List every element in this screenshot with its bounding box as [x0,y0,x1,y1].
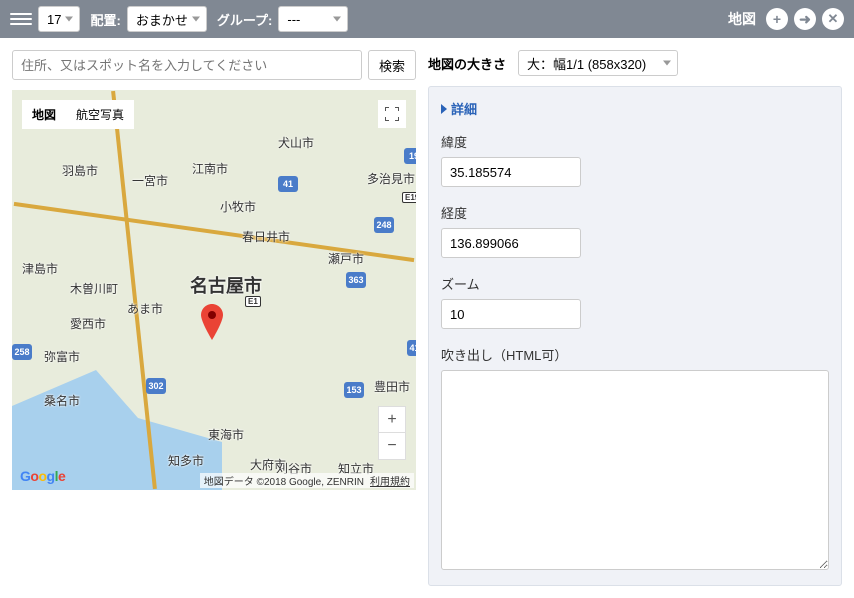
map-attribution: 地図データ ©2018 Google, ZENRIN 利用規約 [200,473,414,488]
latitude-label: 緯度 [441,132,829,151]
detail-toggle[interactable]: 詳細 [441,99,829,118]
expwy-badge: E1 [245,296,261,307]
route-shield: 363 [346,272,366,288]
zoom-input[interactable] [441,299,581,329]
route-shield: 19 [404,148,416,164]
balloon-textarea[interactable] [441,370,829,570]
placement-select[interactable]: おまかせ [127,6,207,32]
route-shield: 41 [278,176,298,192]
menu-icon[interactable] [10,8,32,30]
map-type-toggle: 地図 航空写真 [22,100,134,129]
route-shield: 302 [146,378,166,394]
size-label: 地図の大きさ [428,54,506,73]
zoom-controls: + − [378,406,406,460]
route-shield: 248 [374,217,394,233]
zoom-out-button[interactable]: − [379,433,405,459]
longitude-input[interactable] [441,228,581,258]
map-canvas[interactable]: 羽島市 一宮市 江南市 犬山市 小牧市 多治見市 春日井市 瀬戸市 津島市 あま… [12,90,416,490]
fullscreen-icon[interactable] [378,100,406,128]
add-icon[interactable]: + [766,8,788,30]
map-type-map[interactable]: 地図 [22,100,66,129]
map-marker-icon [201,304,223,343]
number-select[interactable]: 17 [38,6,80,32]
detail-panel: 詳細 緯度 経度 ズーム 吹き出し（HTML可） [428,86,842,586]
placement-label: 配置: [90,10,120,29]
group-select[interactable]: --- [278,6,348,32]
zoom-label: ズーム [441,274,829,293]
longitude-label: 経度 [441,203,829,222]
map-title: 地図 [728,9,756,29]
action-icon[interactable]: ➜ [794,8,816,30]
latitude-input[interactable] [441,157,581,187]
balloon-label: 吹き出し（HTML可） [441,345,829,364]
map-type-satellite[interactable]: 航空写真 [66,100,134,129]
route-shield: 258 [12,344,32,360]
search-row: 検索 [12,50,416,80]
zoom-in-button[interactable]: + [379,407,405,433]
top-toolbar: 17 配置: おまかせ グループ: --- 地図 + ➜ ✕ [0,0,854,38]
route-shield: 419 [407,340,416,356]
chevron-right-icon [441,104,447,114]
size-select[interactable]: 大：幅1/1 (858x320) [518,50,678,76]
google-logo: Google [20,468,65,484]
expwy-badge: E19 [402,192,416,203]
close-icon[interactable]: ✕ [822,8,844,30]
search-input[interactable] [12,50,362,80]
group-label: グループ: [217,10,273,29]
route-shield: 153 [344,382,364,398]
size-row: 地図の大きさ 大：幅1/1 (858x320) [428,50,842,76]
search-button[interactable]: 検索 [368,50,416,80]
road-line [14,202,415,262]
